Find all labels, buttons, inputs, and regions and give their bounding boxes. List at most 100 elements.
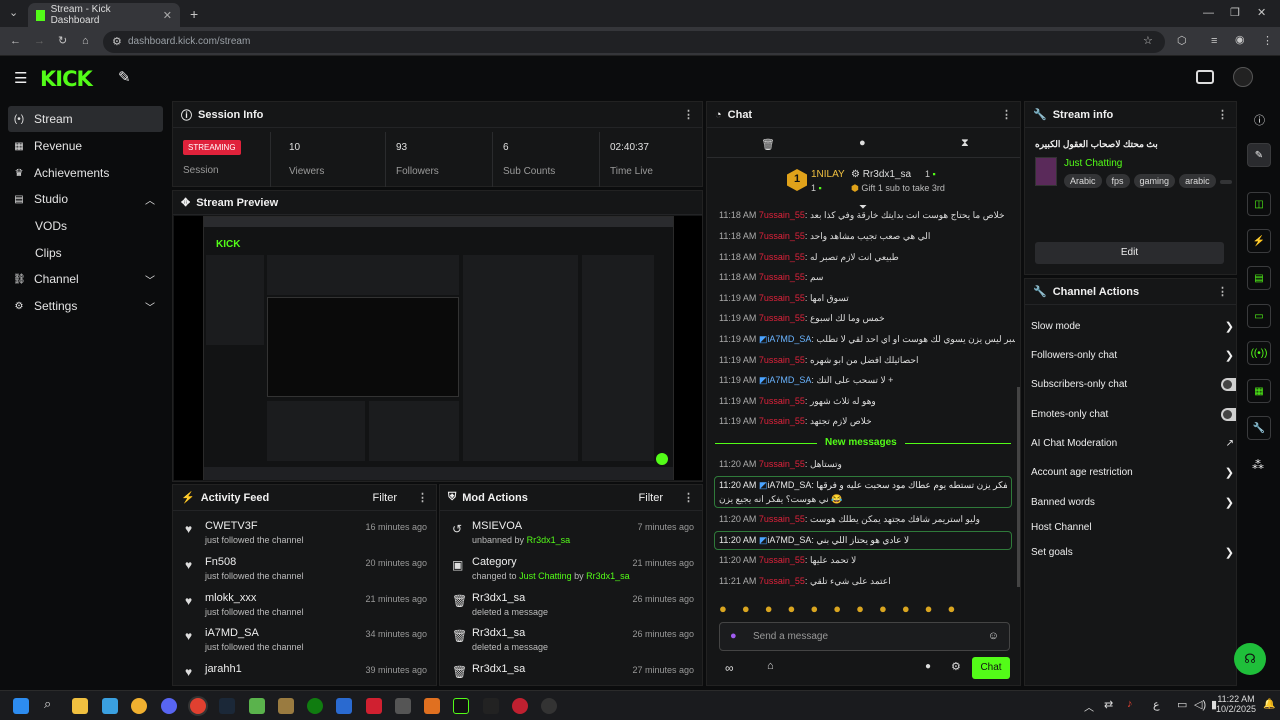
chat-input[interactable]: ● Send a message ☺ bbox=[719, 622, 1010, 651]
mic-icon[interactable]: ● bbox=[730, 630, 737, 642]
action-set-goals[interactable]: Set goals ❯ bbox=[1031, 541, 1234, 563]
feed-user[interactable]: CWETV3F bbox=[205, 520, 258, 532]
discord-icon[interactable] bbox=[161, 698, 177, 714]
new-tab-icon[interactable]: + bbox=[190, 7, 198, 21]
bookmark-star-icon[interactable]: ☆ bbox=[1143, 36, 1153, 47]
mod-user[interactable]: Rr3dx1_sa bbox=[472, 663, 525, 675]
windows-start-icon[interactable] bbox=[13, 698, 29, 714]
network-icon[interactable]: ▭ bbox=[1177, 698, 1187, 711]
filter-button[interactable]: Filter bbox=[373, 492, 397, 504]
info-icon[interactable]: ⓘ bbox=[1254, 112, 1265, 128]
subscribers-only-toggle[interactable] bbox=[1221, 377, 1236, 391]
tab-list-icon[interactable]: ⌄ bbox=[9, 8, 18, 19]
infinite-icon[interactable]: ∞ bbox=[725, 661, 734, 675]
restore-icon[interactable]: ❐ bbox=[1230, 8, 1240, 19]
gear-icon[interactable]: ⚙ bbox=[951, 660, 961, 673]
app-icon[interactable] bbox=[131, 698, 147, 714]
msg-user[interactable]: iA7MD_SA bbox=[767, 375, 811, 385]
app-icon[interactable] bbox=[483, 698, 499, 714]
emoji-icon[interactable]: ☺ bbox=[988, 630, 999, 642]
search-icon[interactable]: ⌕ bbox=[44, 696, 60, 712]
wrench-icon[interactable]: 🔧 bbox=[1247, 416, 1271, 440]
game-icon[interactable] bbox=[278, 698, 294, 714]
tray-icon[interactable]: ⇄ bbox=[1104, 698, 1113, 711]
user-avatar[interactable] bbox=[1233, 67, 1253, 87]
sidebar-item-vods[interactable]: VODs bbox=[8, 213, 163, 239]
more-icon[interactable]: ⋮ bbox=[1217, 285, 1228, 298]
action-account-age[interactable]: Account age restriction ❯ bbox=[1031, 461, 1234, 483]
broom-icon[interactable]: ✎ bbox=[118, 70, 131, 85]
msg-user[interactable]: 7ussain_55 bbox=[759, 396, 805, 406]
minecraft-icon[interactable] bbox=[249, 698, 265, 714]
browser-tab[interactable]: Stream - Kick Dashboard ✕ bbox=[28, 3, 180, 27]
tray-chevron-icon[interactable]: ︿ bbox=[1084, 699, 1094, 714]
msg-user[interactable]: 7ussain_55 bbox=[759, 514, 805, 524]
file-explorer-icon[interactable] bbox=[72, 698, 88, 714]
gift-sub-prompt[interactable]: ⬢ Gift 1 sub to take 3rd bbox=[851, 183, 945, 194]
hamburger-menu-icon[interactable]: ☰ bbox=[14, 71, 27, 86]
action-ai-moderation[interactable]: AI Chat Moderation ↗ bbox=[1031, 432, 1234, 454]
msg-user[interactable]: 7ussain_55 bbox=[759, 313, 805, 323]
creator-icon[interactable] bbox=[1196, 70, 1214, 84]
mod-user[interactable]: Rr3dx1_sa bbox=[472, 592, 525, 604]
msg-user[interactable]: 7ussain_55 bbox=[759, 272, 805, 282]
app-icon[interactable] bbox=[395, 698, 411, 714]
feed-user[interactable]: Fn508 bbox=[205, 556, 236, 568]
msg-user[interactable]: 7ussain_55 bbox=[759, 576, 805, 586]
address-bar[interactable]: dashboard.kick.com/stream bbox=[103, 31, 1165, 53]
xbox-icon[interactable] bbox=[307, 698, 323, 714]
action-banned-words[interactable]: Banned words ❯ bbox=[1031, 491, 1234, 513]
emotes-only-toggle[interactable] bbox=[1221, 407, 1236, 421]
msg-user[interactable]: 7ussain_55 bbox=[759, 459, 805, 469]
msg-user[interactable]: 7ussain_55 bbox=[759, 293, 805, 303]
sidebar-item-revenue[interactable]: ▦ Revenue bbox=[8, 133, 163, 159]
chat-settings-bubble-icon[interactable]: ● bbox=[925, 661, 931, 672]
profile-avatar-icon[interactable]: ◉ bbox=[1235, 35, 1245, 46]
site-info-icon[interactable]: ⚙ bbox=[112, 37, 122, 48]
category-link[interactable]: Just Chatting bbox=[1064, 158, 1122, 169]
msg-user[interactable]: 7ussain_55 bbox=[759, 416, 805, 426]
obs-icon[interactable] bbox=[453, 698, 469, 714]
action-slow-mode[interactable]: Slow mode ❯ bbox=[1031, 315, 1234, 337]
add-widget-icon[interactable]: ⁂ bbox=[1252, 458, 1264, 472]
mod-user[interactable]: MSIEVOA bbox=[472, 520, 522, 532]
action-emotes-only[interactable]: Emotes-only chat bbox=[1031, 403, 1236, 425]
sidebar-item-stream[interactable]: (•) Stream bbox=[8, 106, 163, 132]
feed-user[interactable]: mlokk_xxx bbox=[205, 592, 256, 604]
window-close-icon[interactable]: ✕ bbox=[1257, 8, 1266, 19]
msg-user[interactable]: iA7MD_SA bbox=[767, 535, 811, 545]
sidebar-item-achievements[interactable]: ♛ Achievements bbox=[8, 160, 163, 186]
minimize-icon[interactable]: — bbox=[1203, 8, 1214, 19]
top-gifter-1[interactable]: 1NILAY bbox=[811, 169, 845, 180]
app-icon[interactable] bbox=[512, 698, 528, 714]
language-indicator[interactable]: ع bbox=[1153, 698, 1160, 711]
edit-button[interactable]: Edit bbox=[1035, 242, 1224, 264]
kick-logo[interactable]: KICK bbox=[40, 67, 93, 91]
feed-user[interactable]: iA7MD_SA bbox=[205, 627, 259, 639]
document-icon[interactable]: ▤ bbox=[1247, 266, 1271, 290]
back-icon[interactable]: ← bbox=[10, 36, 21, 47]
app-icon[interactable] bbox=[541, 698, 557, 714]
broadcast-icon[interactable]: ((•)) bbox=[1247, 341, 1271, 365]
app-icon[interactable] bbox=[336, 698, 352, 714]
msg-user[interactable]: 7ussain_55 bbox=[759, 210, 805, 220]
hourglass-icon[interactable]: ⧗ bbox=[961, 137, 969, 150]
focus-icon[interactable]: ◫ bbox=[1247, 192, 1271, 216]
support-headset-icon[interactable]: ☊ bbox=[1234, 643, 1266, 675]
store-icon[interactable] bbox=[102, 698, 118, 714]
msg-user[interactable]: iA7MD_SA bbox=[767, 334, 811, 344]
sidebar-item-settings[interactable]: ⚙ Settings ﹀ bbox=[8, 293, 163, 319]
msg-user[interactable]: iA7MD_SA bbox=[767, 480, 811, 490]
sidebar-item-studio[interactable]: ▤ Studio ︿ bbox=[8, 186, 163, 212]
app-icon[interactable] bbox=[424, 698, 440, 714]
msg-user[interactable]: 7ussain_55 bbox=[759, 555, 805, 565]
media-icon[interactable]: ≡ bbox=[1211, 36, 1217, 47]
action-subscribers-only[interactable]: Subscribers-only chat bbox=[1031, 373, 1236, 395]
mod-by-user[interactable]: Rr3dx1_sa bbox=[527, 535, 571, 545]
msg-user[interactable]: 7ussain_55 bbox=[759, 231, 805, 241]
app-icon[interactable] bbox=[366, 698, 382, 714]
reload-icon[interactable]: ↻ bbox=[58, 36, 67, 47]
sidebar-item-channel[interactable]: ⛓ Channel ﹀ bbox=[8, 266, 163, 292]
volume-icon[interactable]: ◁) bbox=[1194, 698, 1206, 711]
edit-pen-icon[interactable]: ✎ bbox=[1247, 143, 1271, 167]
